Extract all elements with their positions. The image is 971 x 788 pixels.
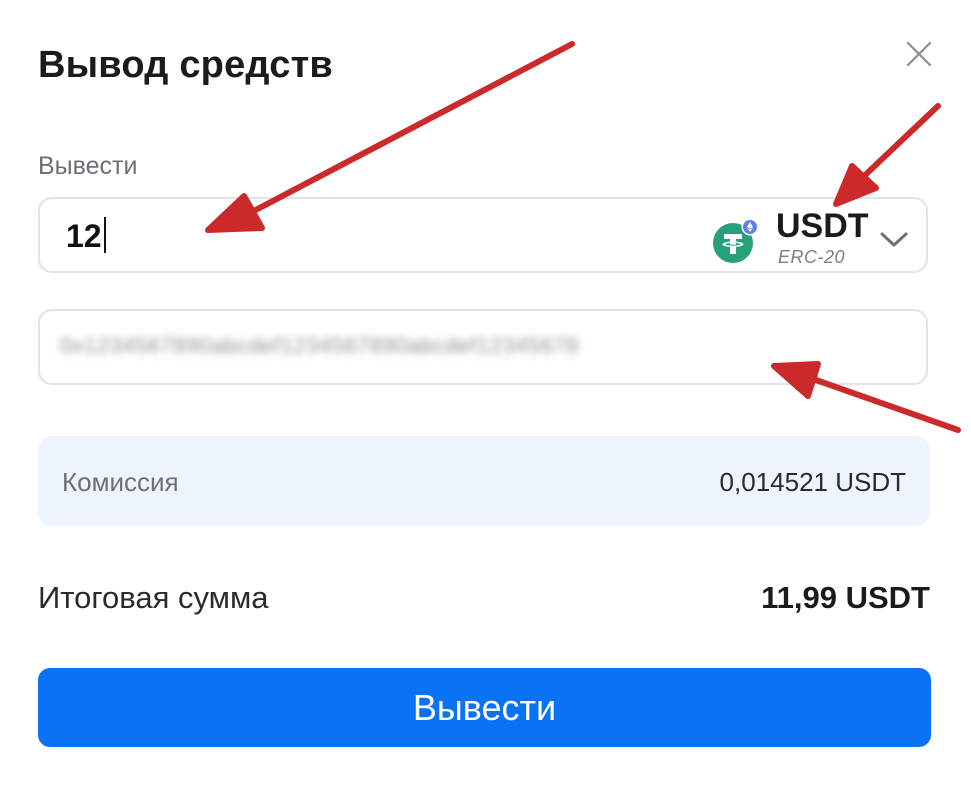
amount-input-value: 12: [66, 218, 102, 254]
annotation-arrow-token: [859, 103, 941, 181]
annotation-arrow-address: [813, 377, 961, 433]
address-input[interactable]: 0x1234567890abcdef1234567890abcdef123456…: [38, 309, 928, 385]
withdraw-button[interactable]: Вывести: [38, 668, 931, 747]
dialog-title: Вывод средств: [38, 44, 333, 86]
fee-label: Комиссия: [62, 467, 179, 497]
total-label: Итоговая сумма: [38, 580, 269, 615]
fee-value: 0,014521 USDT: [719, 467, 906, 497]
close-icon: [906, 41, 932, 67]
total-value: 11,99 USDT: [761, 580, 930, 615]
token-name[interactable]: USDT: [776, 207, 869, 246]
text-cursor: [103, 217, 106, 253]
amount-label: Вывести: [38, 152, 138, 180]
tether-icon: [712, 217, 760, 265]
close-button[interactable]: [905, 40, 933, 68]
chevron-down-icon: [880, 232, 908, 247]
amount-input-value-wrap: 12: [66, 217, 106, 255]
amount-input[interactable]: 12 USDT ERC-20: [38, 197, 928, 273]
token-network: ERC-20: [778, 247, 846, 267]
fee-panel: Комиссия 0,014521 USDT: [38, 436, 930, 526]
address-input-value: 0x1234567890abcdef1234567890abcdef123456…: [60, 333, 579, 358]
token-selector-button[interactable]: [878, 223, 910, 255]
